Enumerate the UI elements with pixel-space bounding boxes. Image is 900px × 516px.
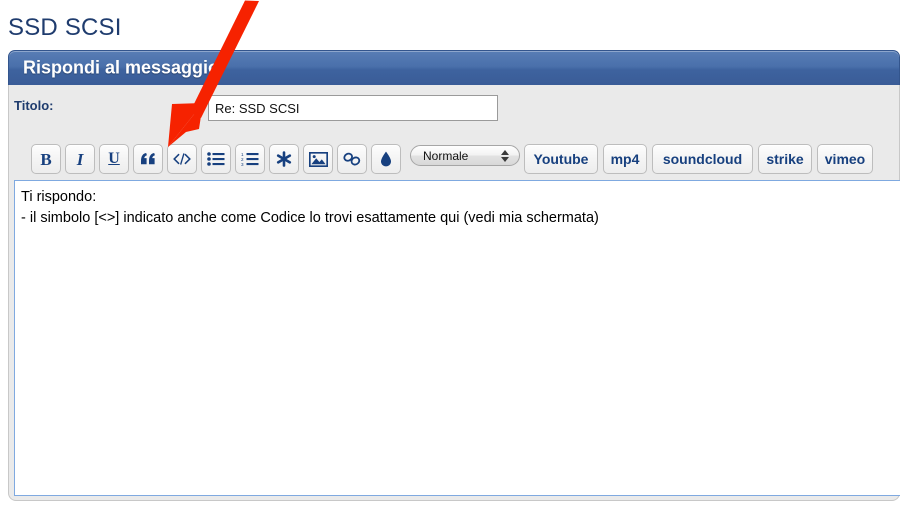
bold-button[interactable]: B bbox=[31, 144, 61, 174]
title-input[interactable] bbox=[208, 95, 498, 121]
color-button[interactable] bbox=[371, 144, 401, 174]
quote-icon bbox=[140, 152, 156, 166]
panel-header-title: Rispondi al messaggio bbox=[23, 57, 220, 78]
strike-button[interactable]: strike bbox=[758, 144, 812, 174]
link-button[interactable] bbox=[337, 144, 367, 174]
image-button[interactable] bbox=[303, 144, 333, 174]
title-field-label: Titolo: bbox=[14, 98, 54, 113]
bullet-list-button[interactable] bbox=[201, 144, 231, 174]
page-title: SSD SCSI bbox=[8, 14, 122, 41]
message-body-textarea[interactable] bbox=[14, 180, 900, 496]
mp4-button-label: mp4 bbox=[610, 151, 640, 167]
code-icon bbox=[172, 152, 192, 166]
soundcloud-button-label: soundcloud bbox=[662, 151, 743, 167]
svg-text:3: 3 bbox=[241, 162, 244, 166]
quote-button[interactable] bbox=[133, 144, 163, 174]
strike-button-label: strike bbox=[766, 151, 804, 167]
vimeo-button-label: vimeo bbox=[824, 151, 866, 167]
droplet-icon bbox=[380, 151, 392, 167]
editor-toolbar: B I U 1 2 3 Normale Youtube mp4 soundclo… bbox=[14, 144, 890, 176]
code-button[interactable] bbox=[167, 144, 197, 174]
text-size-select[interactable]: Normale bbox=[410, 145, 520, 166]
youtube-button-label: Youtube bbox=[533, 151, 589, 167]
asterisk-icon bbox=[276, 151, 292, 167]
italic-button[interactable]: I bbox=[65, 144, 95, 174]
soundcloud-button[interactable]: soundcloud bbox=[652, 144, 753, 174]
mp4-button[interactable]: mp4 bbox=[603, 144, 647, 174]
underline-button[interactable]: U bbox=[99, 144, 129, 174]
underline-icon: U bbox=[108, 150, 120, 167]
vimeo-button[interactable]: vimeo bbox=[817, 144, 873, 174]
italic-icon: I bbox=[76, 149, 84, 169]
image-icon bbox=[308, 151, 328, 167]
page-root: SSD SCSI Rispondi al messaggio Titolo: B… bbox=[0, 0, 900, 516]
panel-header: Rispondi al messaggio bbox=[8, 50, 900, 85]
text-size-select-value: Normale bbox=[423, 148, 469, 163]
bullet-list-icon bbox=[207, 152, 225, 166]
youtube-button[interactable]: Youtube bbox=[524, 144, 598, 174]
numbered-list-icon: 1 2 3 bbox=[241, 152, 259, 166]
asterisk-button[interactable] bbox=[269, 144, 299, 174]
stepper-arrows-icon bbox=[501, 149, 509, 162]
link-icon bbox=[342, 152, 362, 166]
numbered-list-button[interactable]: 1 2 3 bbox=[235, 144, 265, 174]
bold-icon: B bbox=[40, 149, 52, 169]
